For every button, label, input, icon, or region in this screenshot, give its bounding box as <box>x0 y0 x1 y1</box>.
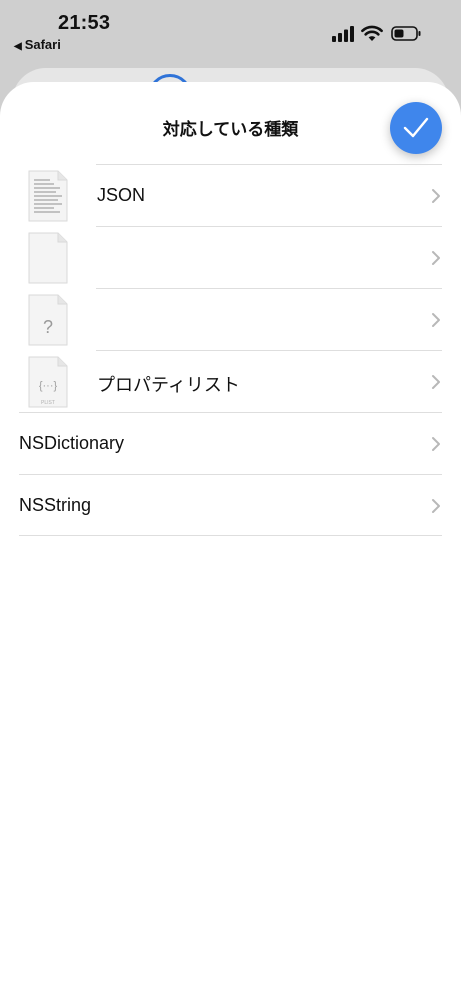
unknown-glyph: ? <box>43 317 53 337</box>
list-item-label: プロパティリスト <box>97 375 240 395</box>
plist-document-icon: {···} PLIST <box>28 356 68 408</box>
status-time: 21:53 <box>58 12 111 34</box>
row-separator <box>96 350 442 351</box>
row-separator <box>96 288 442 289</box>
list-item-nsdictionary[interactable]: NSDictionary <box>0 412 461 474</box>
row-separator <box>19 474 442 475</box>
list-item-label: NSString <box>19 495 92 515</box>
plist-glyph: {···} <box>39 380 58 392</box>
checkmark-icon <box>403 117 429 138</box>
blank-document-icon <box>28 232 68 284</box>
list-item-blank-document[interactable] <box>0 226 461 288</box>
battery-icon <box>391 26 421 41</box>
row-separator <box>96 164 442 165</box>
status-bar: 21:53 ◀ Safari <box>0 0 461 60</box>
list-item-label: JSON <box>97 185 146 205</box>
plist-caption: PLIST <box>41 400 55 406</box>
back-triangle-icon: ◀ <box>14 41 22 52</box>
cellular-signal-icon <box>332 26 354 42</box>
text-document-icon <box>28 170 68 222</box>
list-item-property-list[interactable]: {···} PLIST プロパティリスト <box>0 350 461 412</box>
row-separator <box>19 412 442 413</box>
back-app-label: Safari <box>24 37 61 52</box>
chevron-right-icon <box>432 251 440 265</box>
back-to-app-link[interactable]: ◀ Safari <box>14 37 61 52</box>
list-item-unknown-document[interactable]: ? <box>0 288 461 350</box>
done-button[interactable] <box>390 102 442 154</box>
chevron-right-icon <box>432 375 440 389</box>
unknown-document-icon: ? <box>28 294 68 346</box>
list-item-label: NSDictionary <box>19 433 125 453</box>
chevron-right-icon <box>432 189 440 203</box>
wifi-icon <box>361 25 383 41</box>
list-item-json[interactable]: JSON <box>0 164 461 226</box>
chevron-right-icon <box>432 499 440 513</box>
row-separator <box>96 226 442 227</box>
chevron-right-icon <box>432 437 440 451</box>
chevron-right-icon <box>432 313 440 327</box>
list-item-nsstring[interactable]: NSString <box>0 474 461 536</box>
list-bottom-separator <box>19 535 442 536</box>
